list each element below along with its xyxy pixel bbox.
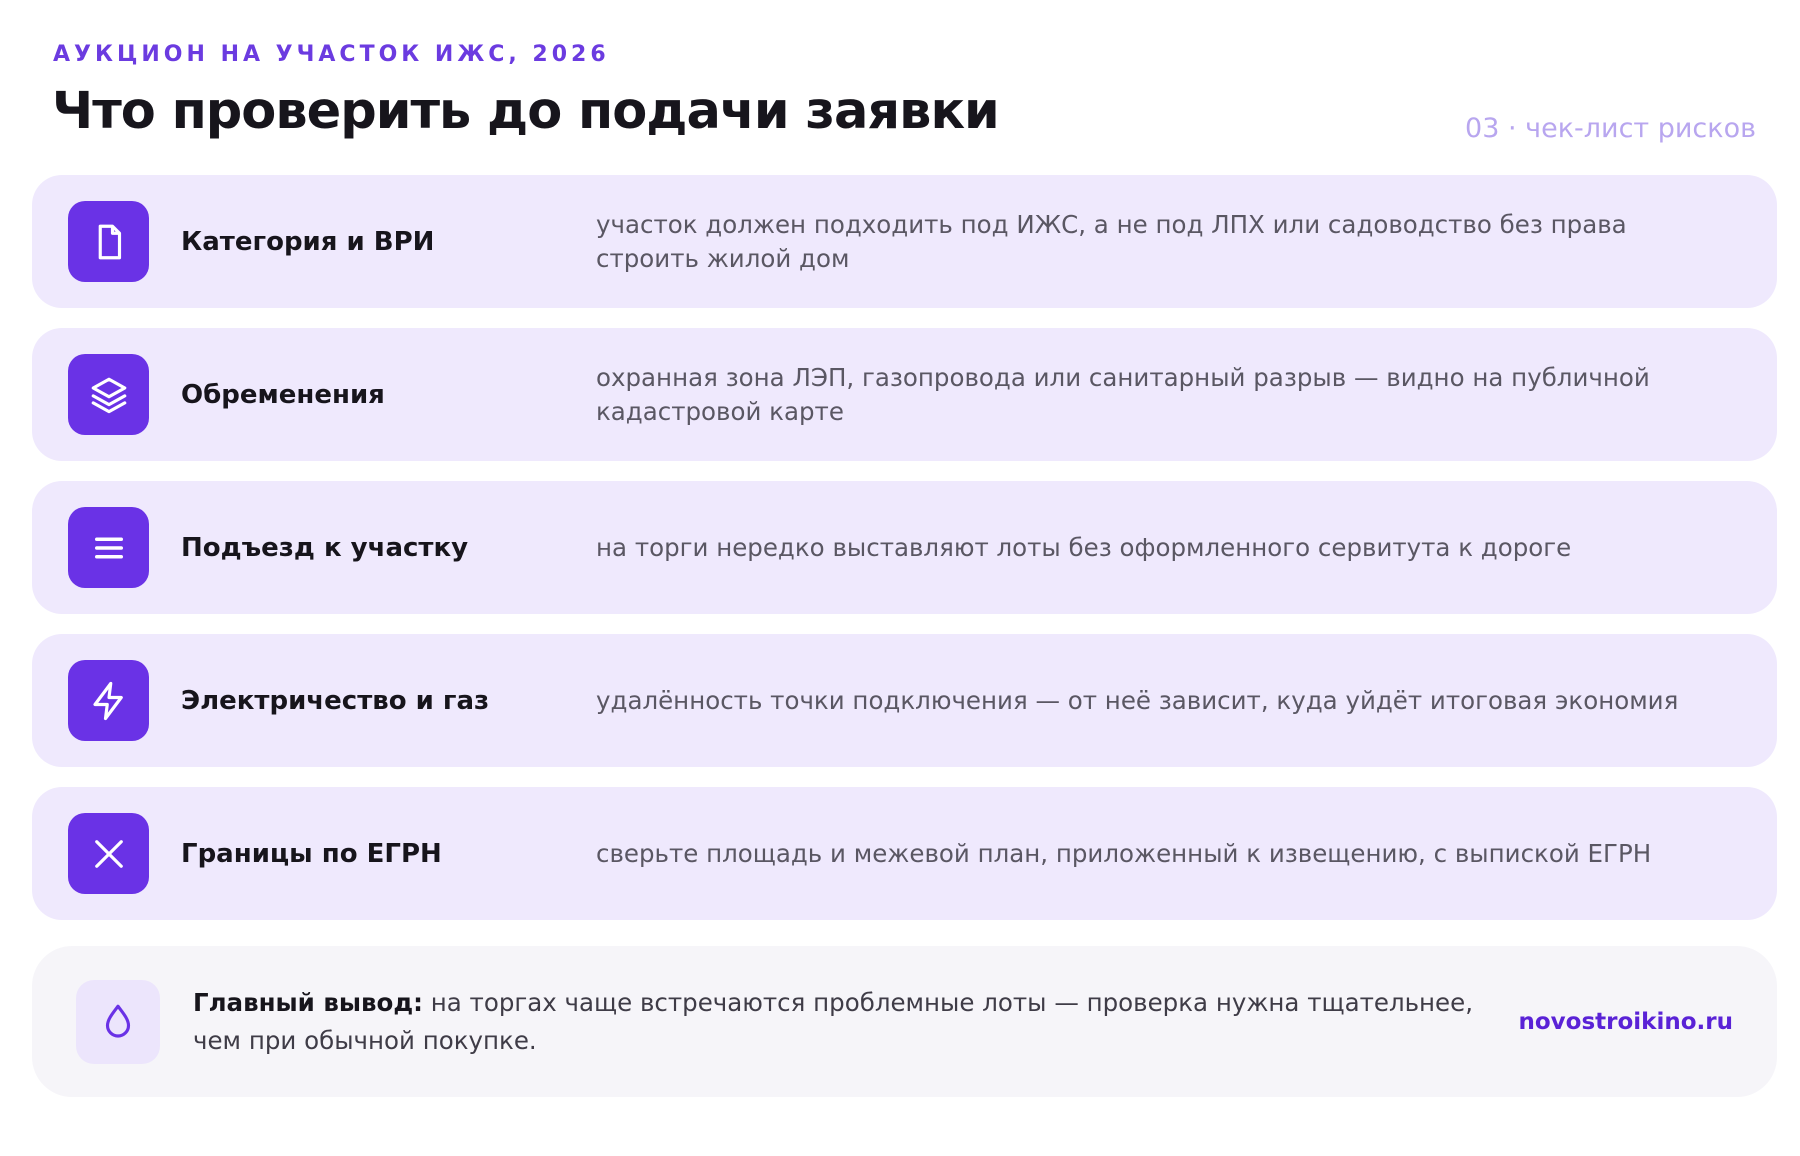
layers-icon	[68, 354, 149, 435]
checklist-item-label: Подъезд к участку	[181, 532, 469, 563]
checklist-item-category: Категория и ВРИ участок должен подходить…	[32, 175, 1777, 308]
checklist-item-label: Электричество и газ	[181, 685, 490, 716]
summary-label: Главный вывод:	[193, 987, 423, 1017]
page-title: Что проверить до подачи заявки	[52, 82, 1000, 141]
checklist: Категория и ВРИ участок должен подходить…	[32, 175, 1777, 940]
checklist-item-label: Обременения	[181, 379, 385, 410]
menu-lines-icon	[68, 507, 149, 588]
checklist-item-access: Подъезд к участку на торги нередко выста…	[32, 481, 1777, 614]
checklist-item-description: удалённость точки подключения — от неё з…	[596, 685, 1679, 715]
page-subtitle: 03 · чек-лист рисков	[1465, 113, 1756, 144]
checklist-item-label: Границы по ЕГРН	[181, 838, 442, 869]
checklist-item-label: Категория и ВРИ	[181, 226, 435, 257]
checklist-item-boundaries: Границы по ЕГРН сверьте площадь и межево…	[32, 787, 1777, 920]
site-link[interactable]: novostroikino.ru	[1519, 946, 1734, 1097]
summary-box: Главный вывод: на торгах чаще встречаютс…	[32, 946, 1777, 1097]
close-x-icon	[68, 813, 149, 894]
lightning-icon	[68, 660, 149, 741]
document-icon	[68, 201, 149, 282]
checklist-item-utilities: Электричество и газ удалённость точки по…	[32, 634, 1777, 767]
checklist-item-description: участок должен подходить под ИЖС, а не п…	[596, 209, 1627, 273]
checklist-item-description: охранная зона ЛЭП, газопровода или санит…	[596, 362, 1650, 426]
checklist-item-encumbrances: Обременения охранная зона ЛЭП, газопрово…	[32, 328, 1777, 461]
kicker: АУКЦИОН НА УЧАСТОК ИЖС, 2026	[53, 42, 610, 67]
checklist-item-description: сверьте площадь и межевой план, приложен…	[596, 838, 1652, 868]
drop-icon	[76, 980, 160, 1064]
checklist-item-description: на торги нередко выставляют лоты без офо…	[596, 532, 1572, 562]
summary-text: Главный вывод: на торгах чаще встречаютс…	[193, 946, 1493, 1097]
